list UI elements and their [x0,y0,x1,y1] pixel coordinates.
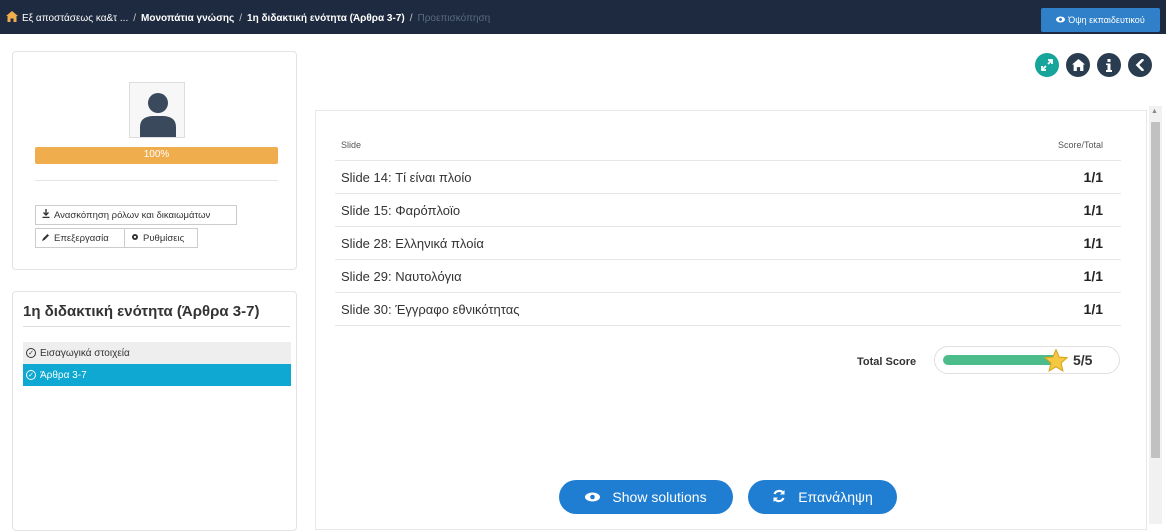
roles-review-button[interactable]: Ανασκόπηση ρόλων και δικαιωμάτων [35,205,237,225]
profile-card: 100% Ανασκόπηση ρόλων και δικαιωμάτων Επ… [12,51,297,270]
star-icon [1043,348,1069,378]
scroll-up-icon[interactable]: ▲ [1151,108,1158,115]
refresh-icon [772,489,786,506]
info-icon[interactable] [1097,53,1121,77]
edit-button[interactable]: Επεξεργασία [35,228,125,248]
eye-icon [585,489,601,505]
table-row: Slide 15: Φαρόπλοϊο 1/1 [335,194,1121,227]
row-slide: Slide 15: Φαρόπλοϊο [341,202,461,218]
row-score: 1/1 [1083,169,1103,185]
row-slide: Slide 28: Ελληνικά πλοία [341,235,484,251]
row-slide: Slide 30: Έγγραφο εθνικότητας [341,301,520,317]
module-item-label: Άρθρα 3-7 [40,369,87,381]
divider [23,326,290,327]
row-slide: Slide 14: Τί είναι πλοίο [341,169,472,185]
teacher-view-label: Όψη εκπαιδευτικού [1068,15,1145,25]
settings-label: Ρυθμίσεις [143,232,185,244]
download-icon [42,209,50,221]
module-item-articles[interactable]: ✓ Άρθρα 3-7 [23,364,291,386]
avatar [129,82,185,138]
breadcrumb-item-course[interactable]: Εξ αποστάσεως κα&τ ... [22,13,128,24]
module-panel: 1η διδακτική ενότητα (Άρθρα 3-7) ✓ Εισαγ… [12,291,297,531]
module-item-label: Εισαγωγικά στοιχεία [40,347,130,359]
check-circle-icon: ✓ [26,370,36,380]
table-row: Slide 28: Ελληνικά πλοία 1/1 [335,227,1121,260]
progress-bar: 100% [35,147,278,164]
results-table: Slide Score/Total Slide 14: Τί είναι πλο… [335,130,1121,326]
expand-icon[interactable] [1035,53,1059,77]
breadcrumb-separator: / [133,12,136,24]
table-row: Slide 14: Τί είναι πλοίο 1/1 [335,161,1121,194]
total-score-meter: 5/5 [934,346,1120,374]
check-circle-icon: ✓ [26,348,36,358]
row-score: 1/1 [1083,202,1103,218]
column-slide: Slide [341,140,362,150]
table-header: Slide Score/Total [335,130,1121,161]
home-icon[interactable] [6,11,18,25]
gear-icon [131,233,139,244]
breadcrumb-item-current: Προεπισκόπηση [417,12,491,24]
module-title: 1η διδακτική ενότητα (Άρθρα 3-7) [23,303,260,320]
total-score-label: Total Score [857,356,917,368]
show-solutions-label: Show solutions [612,489,707,505]
chevron-left-icon[interactable] [1128,53,1152,77]
breadcrumb-separator: / [409,12,413,24]
retry-button[interactable]: Επανάληψη [748,480,897,514]
divider [35,180,278,181]
row-score: 1/1 [1083,268,1103,284]
preview-controls [1035,53,1152,77]
home-icon[interactable] [1066,53,1090,77]
progress-label: 100% [143,149,170,160]
scrollbar-thumb[interactable] [1151,122,1160,458]
table-row: Slide 29: Ναυτολόγια 1/1 [335,260,1121,293]
teacher-view-button[interactable]: Όψη εκπαιδευτικού [1041,8,1160,32]
column-score: Score/Total [1057,140,1103,150]
row-score: 1/1 [1083,301,1103,317]
roles-review-label: Ανασκόπηση ρόλων και δικαιωμάτων [54,209,211,221]
breadcrumb-item-paths[interactable]: Μονοπάτια γνώσης [141,13,234,24]
module-item-introduction[interactable]: ✓ Εισαγωγικά στοιχεία [23,342,291,364]
total-score-bar [943,355,1059,365]
table-row: Slide 30: Έγγραφο εθνικότητας 1/1 [335,293,1121,326]
settings-button[interactable]: Ρυθμίσεις [124,228,198,248]
retry-label: Επανάληψη [798,489,873,505]
top-bar: Εξ αποστάσεως κα&τ ... / Μονοπάτια γνώση… [0,0,1166,34]
breadcrumb: Εξ αποστάσεως κα&τ ... / Μονοπάτια γνώση… [6,11,490,25]
row-slide: Slide 29: Ναυτολόγια [341,268,462,284]
pencil-icon [42,233,50,244]
row-score: 1/1 [1083,235,1103,251]
show-solutions-button[interactable]: Show solutions [559,480,733,514]
eye-icon [1056,15,1066,25]
edit-label: Επεξεργασία [54,232,109,244]
breadcrumb-separator: / [239,12,243,24]
breadcrumb-item-module[interactable]: 1η διδακτική ενότητα (Άρθρα 3-7) [247,13,405,24]
total-score-value: 5/5 [1073,352,1093,368]
